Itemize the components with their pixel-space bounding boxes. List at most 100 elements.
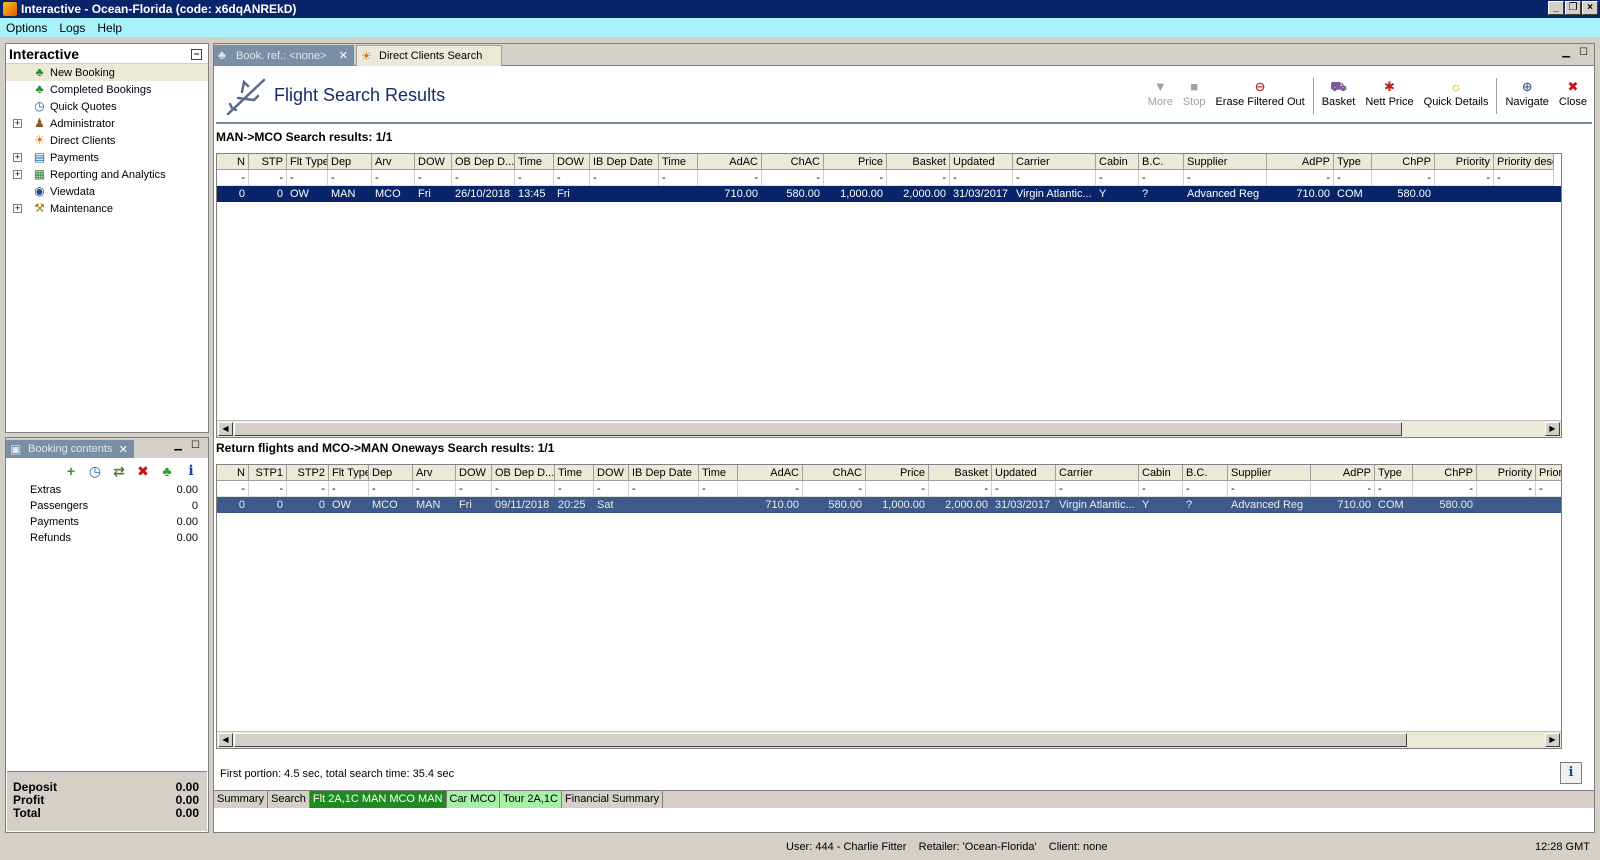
table-row[interactable]: 0 0 OW MAN MCO Fri 26/10/2018 13:45 Fri 710.00 580… (217, 186, 1561, 202)
column-header[interactable]: Type (1375, 465, 1413, 481)
column-header[interactable]: Priority desc (1494, 154, 1554, 170)
table-row[interactable]: 0 0 0 OW MCO MAN Fri 09/11/2018 20:25 Sat 710.00 58… (217, 497, 1561, 513)
menu-help[interactable]: Help (91, 21, 128, 35)
column-header[interactable]: Updated (992, 465, 1056, 481)
column-header[interactable]: IB Dep Date (590, 154, 659, 170)
column-header[interactable]: Arv (413, 465, 456, 481)
column-header[interactable]: Basket (929, 465, 992, 481)
nav-item-administrator[interactable]: + ♟ Administrator (6, 115, 208, 132)
bottom-tab-financial-summary[interactable]: Financial Summary (562, 791, 664, 808)
column-header[interactable]: Priority (1435, 154, 1494, 170)
column-header[interactable]: B.C. (1139, 154, 1184, 170)
column-header[interactable]: Time (555, 465, 594, 481)
close-button[interactable]: ✖ Close (1554, 78, 1592, 118)
column-header[interactable]: ChPP (1413, 465, 1477, 481)
scroll-thumb[interactable] (234, 422, 1402, 436)
column-header[interactable]: DOW (594, 465, 629, 481)
maximize-view-button[interactable]: ☐ (1579, 47, 1588, 58)
stop-button[interactable]: ■ Stop (1178, 78, 1211, 118)
nav-item-reporting-and-analytics[interactable]: + ▦ Reporting and Analytics (6, 166, 208, 183)
close-tab-icon[interactable]: ✕ (339, 49, 348, 62)
column-header[interactable]: STP (249, 154, 287, 170)
horizontal-scrollbar[interactable]: ◀ ▶ (217, 420, 1561, 437)
column-header[interactable]: Supplier (1228, 465, 1311, 481)
nav-item-new-booking[interactable]: ♣ New Booking (6, 64, 208, 81)
column-header[interactable]: DOW (415, 154, 452, 170)
column-header[interactable]: AdAC (738, 465, 803, 481)
collapse-panel-button[interactable]: − (191, 49, 202, 60)
nav-item-maintenance[interactable]: + ⚒ Maintenance (6, 200, 208, 217)
column-header[interactable]: Dep (369, 465, 413, 481)
navigate-button[interactable]: ⊕ Navigate (1500, 78, 1553, 118)
column-header[interactable]: ChAC (803, 465, 866, 481)
scroll-left-button[interactable]: ◀ (218, 733, 233, 747)
expand-icon[interactable]: + (13, 119, 22, 128)
column-header[interactable]: IB Dep Date (629, 465, 699, 481)
column-header[interactable]: AdPP (1267, 154, 1334, 170)
close-tab-icon[interactable]: ✕ (119, 443, 128, 456)
tab-booking-ref[interactable]: ♣ Book. ref.: <none> ✕ (214, 45, 354, 66)
column-header[interactable]: Time (515, 154, 554, 170)
clock-icon[interactable]: ◷ (86, 462, 104, 480)
delete-icon[interactable]: ✖ (134, 462, 152, 480)
scroll-right-button[interactable]: ▶ (1545, 733, 1560, 747)
horizontal-scrollbar[interactable]: ◀ ▶ (217, 731, 1561, 748)
column-header[interactable]: AdAC (698, 154, 762, 170)
nav-item-quick-quotes[interactable]: ◷ Quick Quotes (6, 98, 208, 115)
bottom-tab-tour-2a-1c[interactable]: Tour 2A,1C (499, 791, 562, 808)
column-header[interactable]: Cabin (1139, 465, 1183, 481)
minimize-view-button[interactable]: ▁ (1562, 47, 1570, 58)
column-header[interactable]: Arv (372, 154, 415, 170)
scroll-left-button[interactable]: ◀ (218, 422, 233, 436)
column-header[interactable]: Cabin (1096, 154, 1139, 170)
transfer-icon[interactable]: ⇄ (110, 462, 128, 480)
expand-icon[interactable]: + (13, 153, 22, 162)
column-header[interactable]: Carrier (1056, 465, 1139, 481)
palm-tree-icon[interactable]: ♣ (158, 462, 176, 480)
scroll-thumb[interactable] (234, 733, 1407, 747)
scroll-right-button[interactable]: ▶ (1545, 422, 1560, 436)
column-header[interactable]: Updated (950, 154, 1013, 170)
nett-price-button[interactable]: ✱ Nett Price (1360, 78, 1418, 118)
column-header[interactable]: B.C. (1183, 465, 1228, 481)
menu-logs[interactable]: Logs (53, 21, 91, 35)
column-header[interactable]: Carrier (1013, 154, 1096, 170)
expand-icon[interactable]: + (13, 170, 22, 179)
column-header[interactable]: Supplier (1184, 154, 1267, 170)
bottom-tab-flt-2a-1c-man-mco-man[interactable]: Flt 2A,1C MAN MCO MAN (309, 791, 447, 808)
column-header[interactable]: Flt Type (287, 154, 328, 170)
column-header[interactable]: Flt Type (329, 465, 369, 481)
tab-direct-clients-search[interactable]: ☀ Direct Clients Search (356, 45, 502, 66)
column-header[interactable]: Price (866, 465, 929, 481)
info-button[interactable]: i (1560, 762, 1582, 784)
nav-item-direct-clients[interactable]: ☀ Direct Clients (6, 132, 208, 149)
quick-details-button[interactable]: ☼ Quick Details (1419, 78, 1494, 118)
column-header[interactable]: OB Dep D... (492, 465, 555, 481)
column-header[interactable]: N (217, 154, 249, 170)
minimize-panel-button[interactable]: ▁ (174, 440, 182, 451)
column-header[interactable]: OB Dep D... (452, 154, 515, 170)
column-header[interactable]: ChPP (1372, 154, 1435, 170)
column-header[interactable]: STP2 (287, 465, 329, 481)
column-header[interactable]: Prior (1536, 465, 1561, 481)
menu-options[interactable]: Options (0, 21, 53, 35)
basket-button[interactable]: ⛟ Basket (1317, 78, 1361, 118)
column-header[interactable]: ChAC (762, 154, 824, 170)
booking-contents-tab[interactable]: ▣ Booking contents ✕ (6, 440, 134, 458)
filter-row[interactable]: ------------------------- (217, 170, 1561, 186)
column-header[interactable]: DOW (554, 154, 590, 170)
column-header[interactable]: STP1 (249, 465, 287, 481)
bottom-tab-search[interactable]: Search (268, 791, 310, 808)
column-header[interactable]: N (217, 465, 249, 481)
column-header[interactable]: Time (699, 465, 738, 481)
column-header[interactable]: DOW (456, 465, 492, 481)
column-header[interactable]: AdPP (1311, 465, 1375, 481)
bottom-tab-summary[interactable]: Summary (214, 791, 269, 808)
more-button[interactable]: ▼ More (1143, 78, 1178, 118)
filter-row[interactable]: -------------------------- (217, 481, 1561, 497)
column-header[interactable]: Priority (1477, 465, 1536, 481)
column-header[interactable]: Dep (328, 154, 372, 170)
column-header[interactable]: Price (824, 154, 887, 170)
add-icon[interactable]: + (62, 462, 80, 480)
nav-item-viewdata[interactable]: ◉ Viewdata (6, 183, 208, 200)
